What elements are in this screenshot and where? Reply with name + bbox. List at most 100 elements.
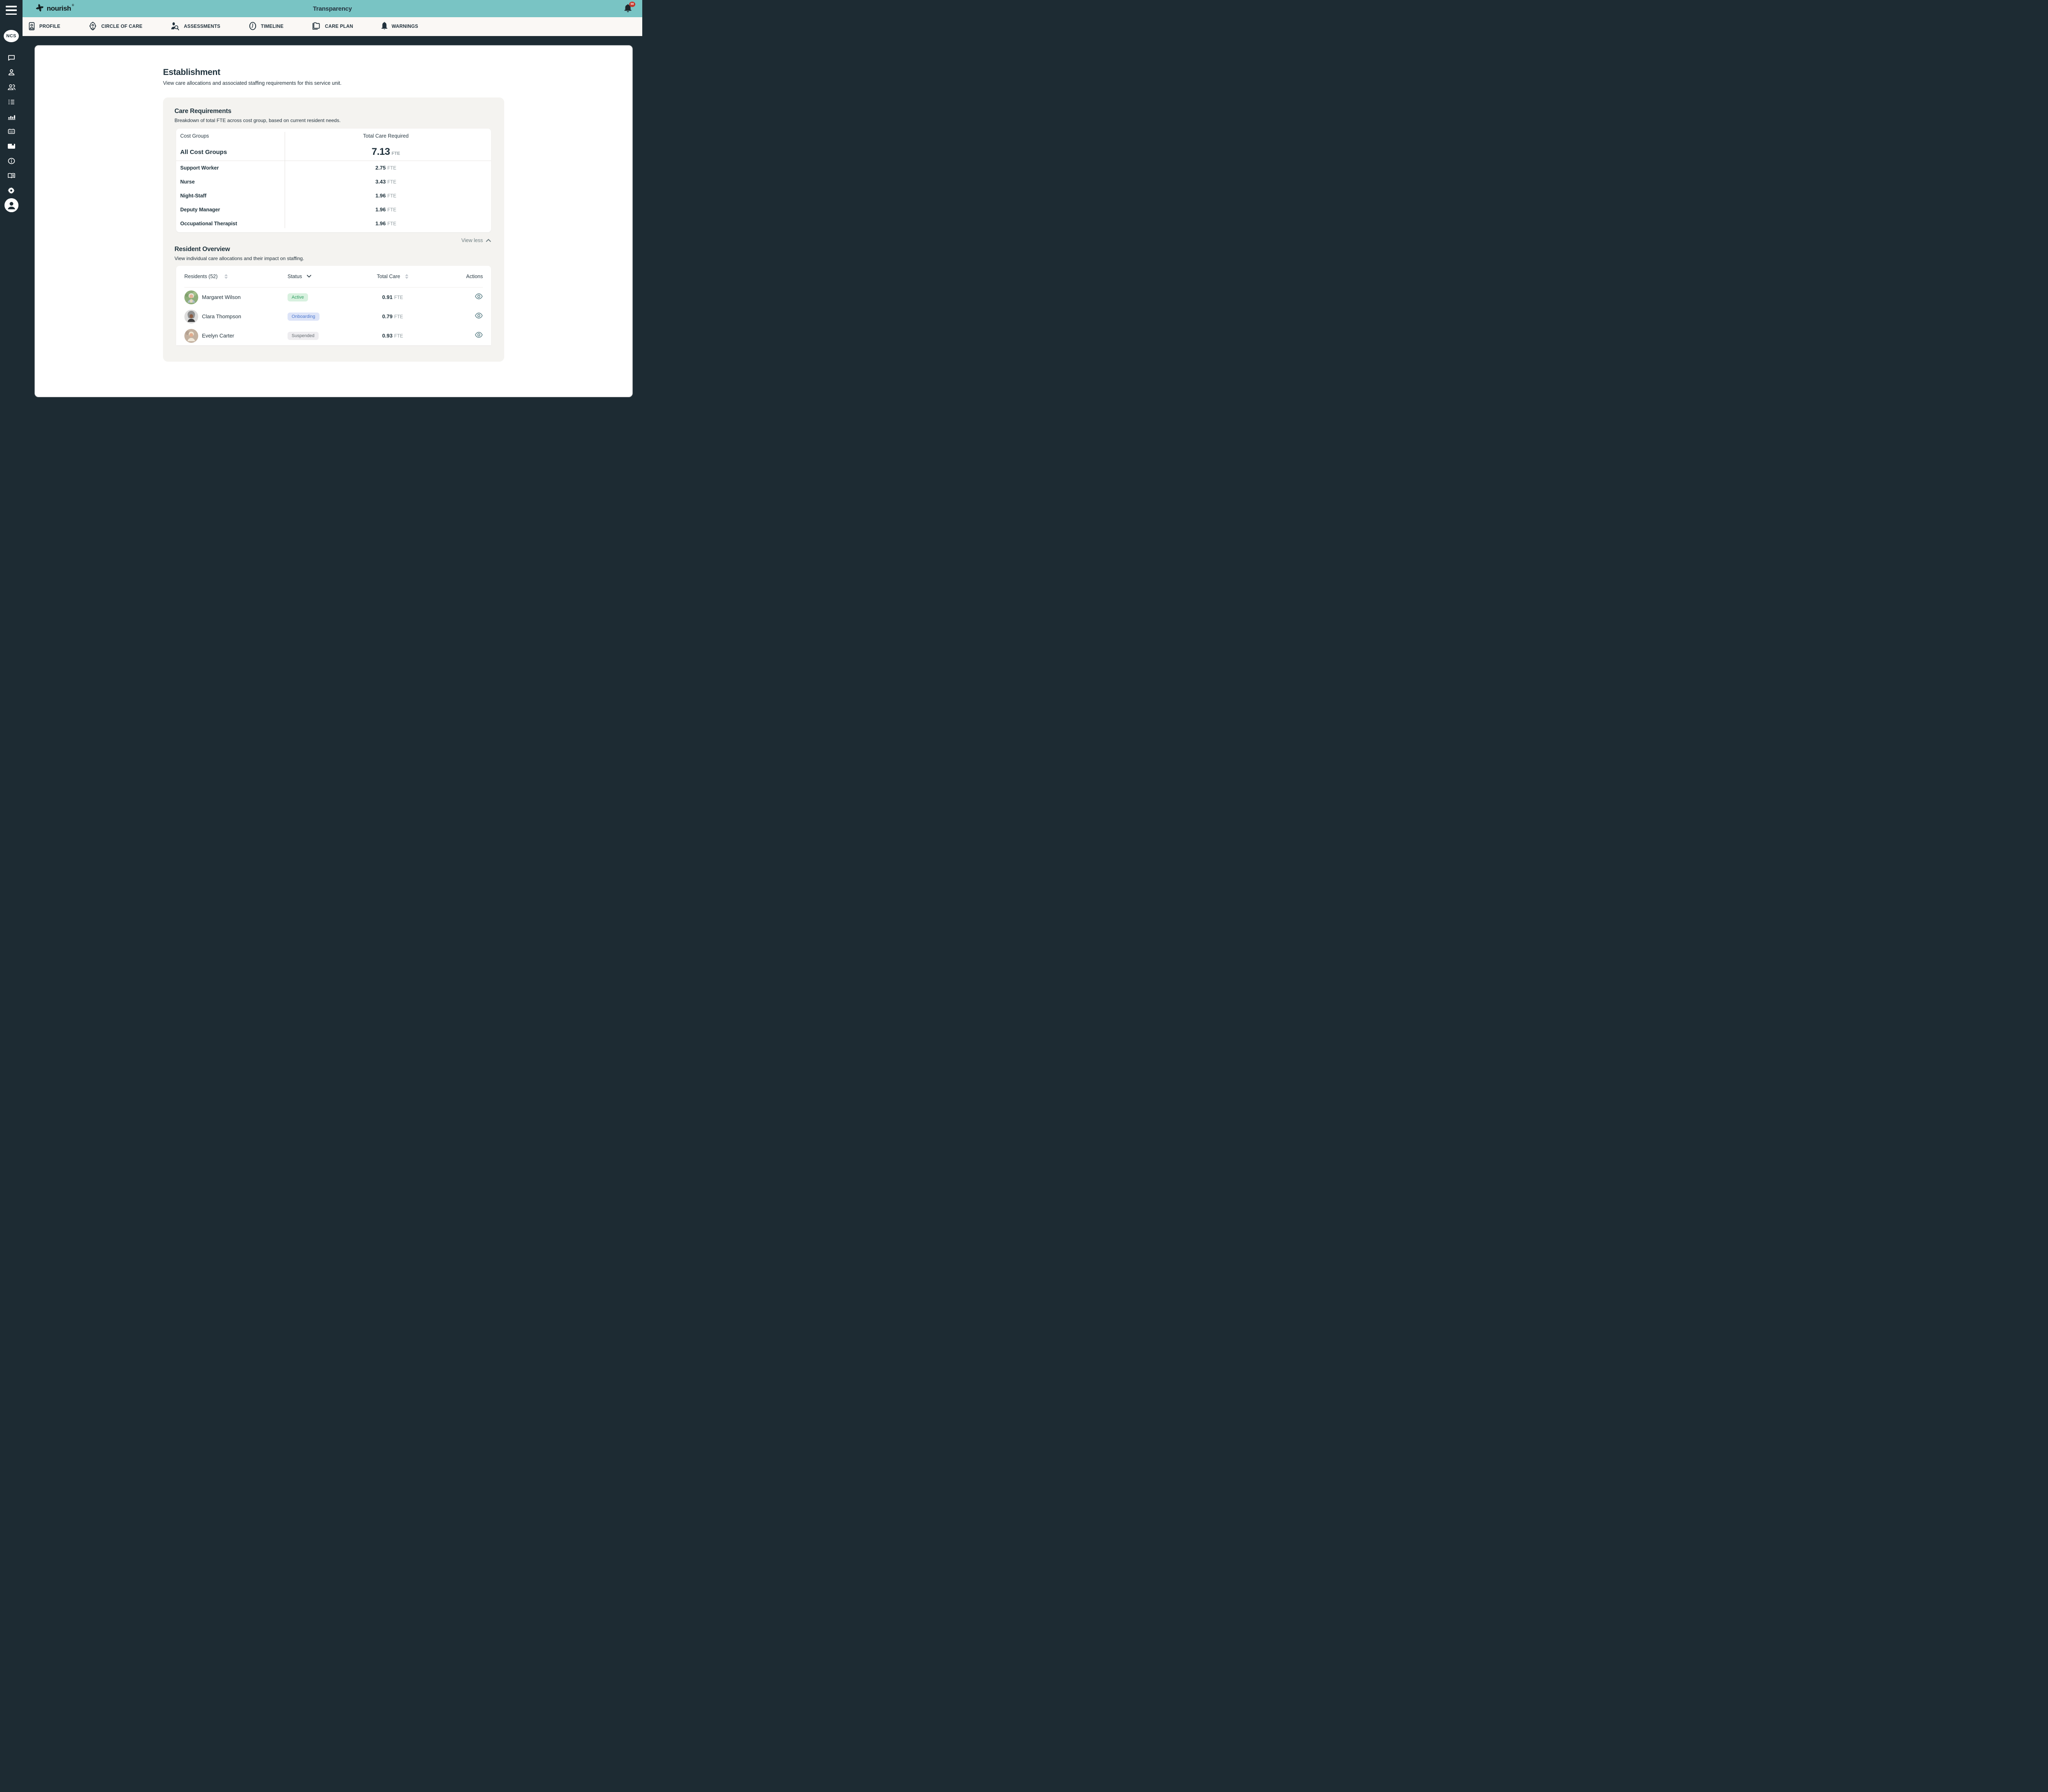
notification-count-badge: 00 [629,2,635,7]
view-less-button[interactable]: View less [174,236,493,245]
care-requirements-subtitle: Breakdown of total FTE across cost group… [174,118,341,123]
tab-label: ASSESSMENTS [184,24,220,29]
resident-name[interactable]: Evelyn Carter [202,333,234,339]
resident-avatar [184,309,198,324]
total-care-unit: FTE [394,295,403,300]
resident-table: Residents (52) Status Total Care Actions [176,266,491,345]
cost-group-row: Nurse 3.43 FTE [180,175,487,189]
view-resident-eye-icon[interactable] [475,331,483,339]
total-care-unit: FTE [394,333,403,339]
cost-groups-table: Cost Groups Total Care Required All Cost… [176,129,491,232]
tab-timeline[interactable]: TIMELINE [248,21,283,32]
tab-circle-of-care[interactable]: CIRCLE OF CARE [88,21,143,32]
registered-mark: ® [72,4,74,7]
cost-group-label: Deputy Manager [180,207,220,213]
resident-table-header: Residents (52) Status Total Care Actions [184,266,483,288]
care-requirements-title: Care Requirements [174,108,231,115]
fte-unit: FTE [387,208,396,213]
resident-avatar [184,290,198,304]
list-icon[interactable] [7,98,16,106]
circle-of-care-icon [88,21,97,32]
resident-name[interactable]: Clara Thompson [202,313,241,319]
fte-value: 2.75 [375,165,386,171]
resident-avatar [184,328,198,343]
person-search-icon [170,21,180,32]
fte-value: 1.96 [375,193,386,199]
resident-row: Clara Thompson Onboarding 0.79 FTE [184,307,483,326]
resident-name[interactable]: Margaret Wilson [202,294,241,300]
main-panel: Establishment View care allocations and … [34,45,633,397]
people-icon[interactable] [7,83,16,91]
all-cost-groups-row: All Cost Groups 7.13 FTE [180,143,487,161]
tab-care-plan[interactable]: CARE PLAN [311,21,353,32]
view-resident-eye-icon[interactable] [475,293,483,301]
tab-warnings[interactable]: WARNINGS [381,21,418,32]
sidebar: NCS [0,0,23,353]
fte-unit: FTE [387,194,396,199]
chevron-down-icon [307,275,311,278]
total-fte-unit: FTE [391,151,400,156]
notifications-bell-icon[interactable]: 00 [622,2,635,14]
fte-value: 3.43 [375,179,386,185]
tab-profile[interactable]: PROFILE [28,22,60,32]
col-status[interactable]: Status [288,274,302,279]
col-header-cost-groups: Cost Groups [180,133,209,139]
total-care-unit: FTE [394,314,403,319]
bookmark-icon[interactable] [7,142,16,150]
id-card-icon [28,22,36,32]
cost-table-header-row: Cost Groups Total Care Required [180,129,487,143]
total-fte-value: 7.13 [372,146,390,157]
tab-assessments[interactable]: ASSESSMENTS [170,21,220,32]
sidebar-icon-stack [7,54,16,195]
fte-unit: FTE [387,222,396,227]
sort-icon[interactable] [405,274,409,279]
fte-unit: FTE [387,166,396,171]
person-icon[interactable] [7,68,16,77]
bar-chart-icon[interactable] [7,113,16,121]
sort-icon[interactable] [224,274,228,279]
col-total-care[interactable]: Total Care [377,274,400,279]
col-actions: Actions [466,274,483,279]
hamburger-menu-icon[interactable] [6,6,17,15]
chat-icon[interactable] [7,54,16,62]
col-residents[interactable]: Residents (52) [184,274,217,279]
settings-gear-icon[interactable] [7,186,16,195]
clock-icon [248,21,257,32]
status-badge: Suspended [288,331,319,340]
folder-icon [311,21,321,32]
status-badge: Onboarding [288,312,319,321]
page-context-title: Transparency [313,5,352,12]
resident-row: Evelyn Carter Suspended 0.93 FTE [184,326,483,345]
cost-group-row: Support Worker 2.75 FTE [180,161,487,175]
nourish-flower-icon [34,2,45,15]
top-header: nourish ® Transparency 00 [23,0,642,17]
user-avatar-icon[interactable] [4,198,18,212]
record-tab-bar: PROFILE CIRCLE OF CARE ASSESSMENTS TIMEL… [23,17,642,36]
cost-group-row: Night-Staff 1.96 FTE [180,189,487,203]
calendar-icon[interactable] [7,127,16,136]
status-badge: Active [288,293,308,301]
establishment-card: Care Requirements Breakdown of total FTE… [163,97,504,362]
info-icon[interactable] [7,157,16,165]
total-care-value: 0.79 [382,313,393,319]
cost-group-label: Nurse [180,179,195,185]
cost-group-row: Deputy Manager 1.96 FTE [180,203,487,217]
book-icon[interactable] [7,172,16,180]
cost-group-label: Occupational Therapist [180,221,237,227]
summary-label: All Cost Groups [180,148,227,156]
tab-label: PROFILE [39,24,61,29]
view-resident-eye-icon[interactable] [475,312,483,320]
total-care-value: 0.93 [382,332,393,339]
col-header-total-care-required: Total Care Required [363,133,409,139]
brand-name: nourish [47,5,71,12]
resident-overview-subtitle: View individual care allocations and the… [174,256,304,261]
workspace-badge[interactable]: NCS [4,30,19,42]
tab-label: CIRCLE OF CARE [101,24,143,29]
page-subtitle: View care allocations and associated sta… [163,80,342,86]
fte-unit: FTE [387,180,396,185]
fte-value: 1.96 [375,206,386,213]
bell-icon [381,21,388,32]
tab-label: TIMELINE [261,24,284,29]
view-less-label: View less [461,238,483,243]
tab-label: WARNINGS [392,24,418,29]
